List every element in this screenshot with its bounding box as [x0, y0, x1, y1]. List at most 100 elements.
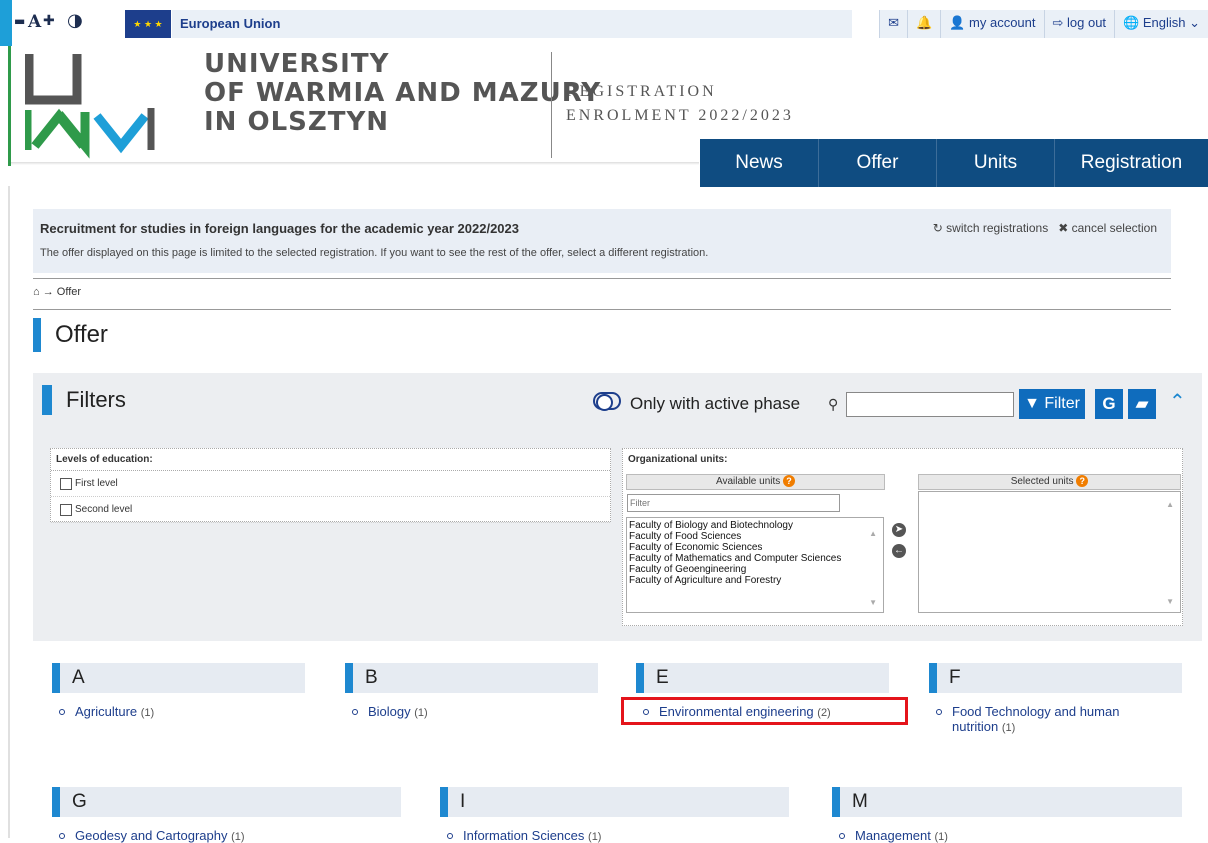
active-phase-toggle[interactable] — [593, 392, 621, 411]
letter-group-i: I Information Sciences (1) — [440, 787, 789, 843]
university-logo[interactable] — [25, 50, 155, 160]
top-bar: ▬ A ✚ ◑ ★ ★ ★ European Union ✉ 🔔 👤 my ac… — [0, 0, 1208, 46]
unit-option[interactable]: Faculty of Agriculture and Forestry — [629, 575, 881, 586]
unit-option[interactable]: Faculty of Food Sciences — [629, 531, 881, 542]
collapse-icon[interactable]: ⌃ — [1169, 389, 1186, 414]
switch-registrations-link[interactable]: ↻ switch registrations — [933, 221, 1048, 235]
levels-of-education-box: Levels of education: First level Second … — [50, 448, 611, 523]
bullet-icon — [352, 709, 358, 715]
my-account-link[interactable]: 👤 my account — [940, 10, 1044, 38]
offer-item-name[interactable]: Food Technology and human nutrition — [952, 704, 1119, 734]
add-unit-arrow-icon[interactable]: ➤ — [892, 523, 906, 537]
notice-actions: ↻ switch registrations ✖ cancel selectio… — [933, 221, 1157, 235]
uni-name-line3: IN OLSZTYN — [204, 107, 390, 137]
bullet-icon — [936, 709, 942, 715]
notice-description: The offer displayed on this page is limi… — [40, 247, 709, 259]
university-name: UNIVERSITY OF WARMIA AND MAZURY IN OLSZT… — [204, 50, 601, 137]
checkbox[interactable] — [60, 503, 72, 516]
main-nav: News Offer Units Registration — [700, 139, 1208, 187]
offer-item[interactable]: Geodesy and Cartography (1) — [52, 828, 401, 843]
nav-offer[interactable]: Offer — [819, 139, 937, 187]
scroll-up-icon[interactable]: ▲ — [869, 528, 877, 539]
offer-item[interactable]: Management (1) — [832, 828, 1182, 843]
offer-item-name[interactable]: Management — [855, 828, 931, 843]
unit-option[interactable]: Faculty of Economic Sciences — [629, 542, 881, 553]
unit-option[interactable]: Faculty of Biology and Biotechnology — [629, 520, 881, 531]
remove-unit-arrow-icon[interactable]: ← — [892, 544, 906, 558]
search-input[interactable] — [846, 392, 1014, 417]
nav-units[interactable]: Units — [937, 139, 1055, 187]
scroll-down-icon[interactable]: ▼ — [869, 597, 877, 608]
nav-registration[interactable]: Registration — [1055, 139, 1208, 187]
help-icon[interactable]: ? — [783, 475, 796, 487]
offer-item-count: (1) — [1001, 722, 1016, 734]
letter-heading: A — [52, 663, 305, 693]
filters-title: Filters — [66, 387, 126, 412]
bullet-icon — [59, 709, 65, 715]
level-option[interactable]: First level — [51, 471, 610, 497]
letter-group-a: A Agriculture (1) — [52, 663, 305, 719]
highlight-box — [621, 697, 908, 725]
cancel-selection-link[interactable]: ✖ cancel selection — [1058, 221, 1157, 235]
notifications-icon[interactable]: 🔔 — [907, 10, 941, 38]
offer-item-name[interactable]: Agriculture — [75, 704, 137, 719]
breadcrumb: ⌂ → Offer — [33, 286, 81, 298]
help-icon[interactable]: ? — [1076, 475, 1089, 487]
letter-heading: I — [440, 787, 789, 817]
offer-item-name[interactable]: Geodesy and Cartography — [75, 828, 227, 843]
google-button[interactable]: G — [1095, 389, 1123, 419]
letter-label: G — [72, 791, 87, 812]
filter-button[interactable]: ▼ Filter — [1019, 389, 1085, 419]
available-units-header: Available units ? — [626, 474, 885, 490]
letter-heading: B — [345, 663, 598, 693]
letter-accent — [832, 787, 840, 817]
available-units-list[interactable]: Faculty of Biology and Biotechnology Fac… — [626, 517, 884, 613]
contrast-icon[interactable]: ◑ — [67, 10, 83, 31]
scroll-up-icon[interactable]: ▲ — [1166, 500, 1174, 509]
units-filter-input[interactable] — [627, 494, 840, 512]
checkbox[interactable] — [60, 477, 72, 490]
logout-link[interactable]: ⇨ log out — [1043, 10, 1115, 38]
unit-option[interactable]: Faculty of Geoengineering — [629, 564, 881, 575]
messages-icon[interactable]: ✉ — [879, 10, 908, 38]
selected-units-list[interactable]: ▲ ▼ — [918, 491, 1181, 613]
home-icon[interactable]: ⌂ — [33, 286, 40, 298]
registration-title: REGISTRATION ENROLMENT 2022/2023 — [566, 80, 794, 128]
breadcrumb-current: Offer — [56, 286, 82, 298]
language-dropdown[interactable]: 🌐 English ⌄ — [1114, 10, 1208, 38]
eraser-icon[interactable]: ▰ — [1128, 389, 1156, 419]
font-size-button[interactable]: A — [28, 12, 41, 32]
offer-item[interactable]: Biology (1) — [345, 704, 598, 719]
uni-name-line1: UNIVERSITY — [204, 49, 390, 79]
bullet-icon — [59, 833, 65, 839]
offer-item[interactable]: Agriculture (1) — [52, 704, 305, 719]
level-option-label: First level — [75, 478, 118, 489]
filters-accent — [42, 385, 52, 415]
divider — [33, 278, 1171, 279]
nav-news[interactable]: News — [700, 139, 819, 187]
offer-item[interactable]: Information Sciences (1) — [440, 828, 789, 843]
levels-heading: Levels of education: — [51, 449, 610, 471]
available-units-label: Available units — [715, 476, 781, 487]
offer-item-name[interactable]: Information Sciences — [463, 828, 584, 843]
brand-stripe — [0, 0, 12, 46]
divider — [33, 309, 1171, 310]
uni-name-line2: OF WARMIA AND MAZURY — [204, 78, 602, 108]
letter-heading: G — [52, 787, 401, 817]
notice-title: Recruitment for studies in foreign langu… — [40, 221, 520, 236]
offer-item[interactable]: Food Technology and human nutrition (1) — [929, 704, 1182, 734]
breadcrumb-arrow: → — [42, 286, 54, 298]
decrease-font-button[interactable]: ▬ — [14, 14, 25, 28]
bullet-icon — [447, 833, 453, 839]
search-icon: ⚲ — [828, 396, 839, 412]
offer-item-name[interactable]: Biology — [368, 704, 411, 719]
letter-heading: F — [929, 663, 1182, 693]
unit-option[interactable]: Faculty of Mathematics and Computer Scie… — [629, 553, 881, 564]
increase-font-button[interactable]: ✚ — [43, 13, 55, 29]
offer-item-count: (1) — [140, 707, 155, 719]
scroll-down-icon[interactable]: ▼ — [1166, 597, 1174, 606]
level-option[interactable]: Second level — [51, 497, 610, 523]
letter-label: F — [949, 667, 961, 688]
letter-accent — [345, 663, 353, 693]
offer-item-count: (1) — [231, 831, 245, 843]
